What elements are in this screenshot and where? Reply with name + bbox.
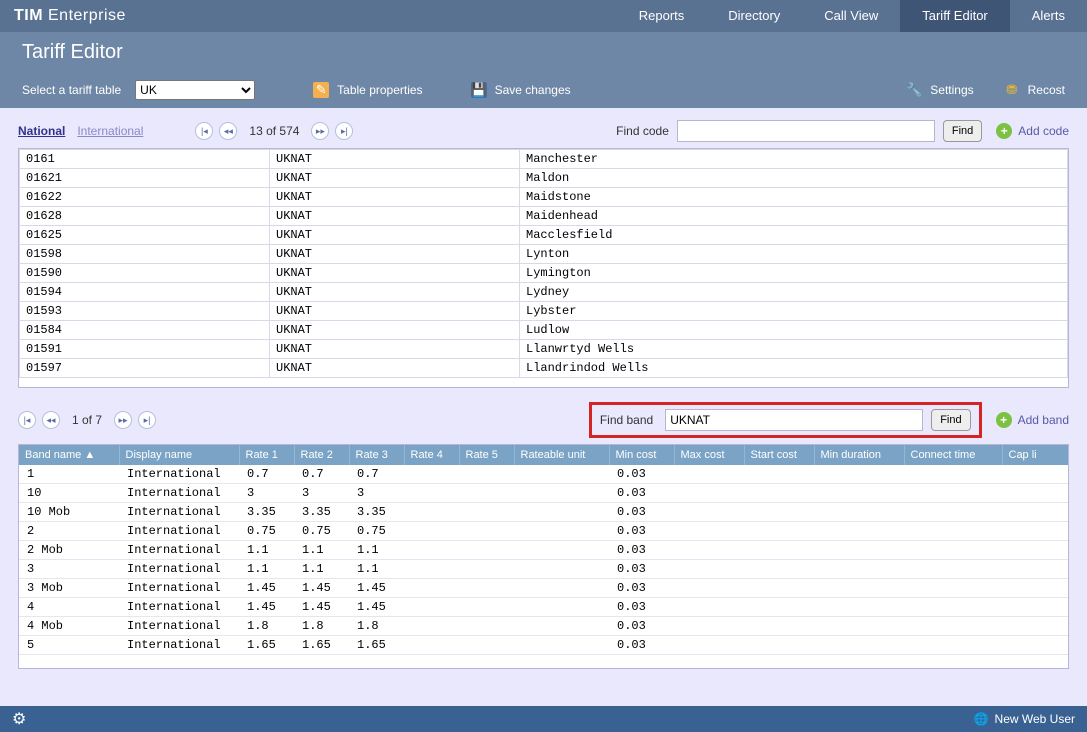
col-start-cost[interactable]: Start cost xyxy=(744,445,814,465)
recost-button[interactable]: ⛃ Recost xyxy=(1004,82,1065,98)
table-row[interactable]: 0161UKNATManchester xyxy=(20,150,1068,169)
table-row[interactable]: 01590UKNATLymington xyxy=(20,264,1068,283)
brand: TIM Enterprise xyxy=(0,7,126,25)
codes-grid[interactable]: 0161UKNATManchester01621UKNATMaldon01622… xyxy=(18,148,1069,388)
save-icon: 💾 xyxy=(471,82,487,98)
bands-pager-next-icon[interactable]: ▸▸ xyxy=(114,411,132,429)
find-band-input[interactable] xyxy=(665,409,923,431)
nav-callview[interactable]: Call View xyxy=(802,0,900,32)
bands-grid[interactable]: Band name ▲ Display name Rate 1 Rate 2 R… xyxy=(18,444,1069,669)
wrench-icon: 🔧 xyxy=(906,82,922,98)
col-rateable-unit[interactable]: Rateable unit xyxy=(514,445,609,465)
col-cap[interactable]: Cap li xyxy=(1002,445,1069,465)
col-display-name[interactable]: Display name xyxy=(119,445,239,465)
table-row[interactable]: 01622UKNATMaidstone xyxy=(20,188,1068,207)
nav-directory[interactable]: Directory xyxy=(706,0,802,32)
col-min-cost[interactable]: Min cost xyxy=(609,445,674,465)
table-row[interactable]: 3International1.11.11.10.03 xyxy=(19,560,1069,579)
nav-alerts[interactable]: Alerts xyxy=(1010,0,1087,32)
nav-tariff-editor[interactable]: Tariff Editor xyxy=(900,0,1010,32)
footer: ⚙ 🌐 New Web User xyxy=(0,706,1087,732)
add-code-button[interactable]: + Add code xyxy=(996,123,1069,139)
table-row[interactable]: 01621UKNATMaldon xyxy=(20,169,1068,188)
col-band-name[interactable]: Band name ▲ xyxy=(19,445,119,465)
col-min-duration[interactable]: Min duration xyxy=(814,445,904,465)
find-code-input[interactable] xyxy=(677,120,935,142)
settings-button[interactable]: 🔧 Settings xyxy=(906,82,973,98)
select-tariff-label: Select a tariff table xyxy=(22,83,121,97)
table-row[interactable]: 5International1.651.651.650.03 xyxy=(19,636,1069,655)
table-row[interactable]: 1International0.70.70.70.03 xyxy=(19,465,1069,484)
add-band-label: Add band xyxy=(1018,413,1069,427)
save-changes-label: Save changes xyxy=(495,83,571,97)
gear-icon[interactable]: ⚙ xyxy=(12,709,26,729)
find-band-button[interactable]: Find xyxy=(931,409,970,431)
pager-count: 13 of 574 xyxy=(249,124,299,138)
save-changes-button[interactable]: 💾 Save changes xyxy=(471,82,571,98)
add-band-button[interactable]: + Add band xyxy=(996,412,1069,428)
add-code-label: Add code xyxy=(1018,124,1069,138)
col-connect-time[interactable]: Connect time xyxy=(904,445,1002,465)
footer-user[interactable]: New Web User xyxy=(995,712,1075,726)
coins-icon: ⛃ xyxy=(1004,82,1020,98)
table-row[interactable]: 01593UKNATLybster xyxy=(20,302,1068,321)
bands-pager-last-icon[interactable]: ▸| xyxy=(138,411,156,429)
table-row[interactable]: 4 MobInternational1.81.81.80.03 xyxy=(19,617,1069,636)
table-row[interactable]: 01584UKNATLudlow xyxy=(20,321,1068,340)
recost-label: Recost xyxy=(1028,83,1065,97)
tariff-select[interactable]: UK xyxy=(135,80,255,100)
table-row[interactable]: 01625UKNATMacclesfield xyxy=(20,226,1068,245)
table-row[interactable]: 10International3330.03 xyxy=(19,484,1069,503)
plus-icon: + xyxy=(996,412,1012,428)
table-row[interactable]: 01591UKNATLlanwrtyd Wells xyxy=(20,340,1068,359)
table-row[interactable]: 4International1.451.451.450.03 xyxy=(19,598,1069,617)
pencil-icon: ✎ xyxy=(313,82,329,98)
brand-bold: TIM xyxy=(14,7,43,24)
table-row[interactable]: 2 MobInternational1.11.11.10.03 xyxy=(19,541,1069,560)
find-code-label: Find code xyxy=(616,124,669,138)
bands-pager: |◂ ◂◂ 1 of 7 ▸▸ ▸| xyxy=(18,411,156,429)
col-rate1[interactable]: Rate 1 xyxy=(239,445,294,465)
table-row[interactable]: 01594UKNATLydney xyxy=(20,283,1068,302)
pager-next-icon[interactable]: ▸▸ xyxy=(311,122,329,140)
globe-icon: 🌐 xyxy=(974,712,989,726)
table-row[interactable]: 2International0.750.750.750.03 xyxy=(19,522,1069,541)
settings-label: Settings xyxy=(930,83,973,97)
pager-first-icon[interactable]: |◂ xyxy=(195,122,213,140)
table-properties-button[interactable]: ✎ Table properties xyxy=(313,82,422,98)
col-rate3[interactable]: Rate 3 xyxy=(349,445,404,465)
find-code-button[interactable]: Find xyxy=(943,120,982,142)
col-rate2[interactable]: Rate 2 xyxy=(294,445,349,465)
bands-pager-first-icon[interactable]: |◂ xyxy=(18,411,36,429)
table-row[interactable]: 10 MobInternational3.353.353.350.03 xyxy=(19,503,1069,522)
plus-icon: + xyxy=(996,123,1012,139)
table-properties-label: Table properties xyxy=(337,83,422,97)
brand-light: Enterprise xyxy=(48,7,126,24)
bands-pager-prev-icon[interactable]: ◂◂ xyxy=(42,411,60,429)
table-row[interactable]: 01597UKNATLlandrindod Wells xyxy=(20,359,1068,378)
col-rate5[interactable]: Rate 5 xyxy=(459,445,514,465)
top-nav: TIM Enterprise Reports Directory Call Vi… xyxy=(0,0,1087,32)
find-band-label: Find band xyxy=(600,413,653,427)
table-row[interactable]: 01598UKNATLynton xyxy=(20,245,1068,264)
pager-prev-icon[interactable]: ◂◂ xyxy=(219,122,237,140)
col-rate4[interactable]: Rate 4 xyxy=(404,445,459,465)
page-title: Tariff Editor xyxy=(0,32,1087,72)
tab-national[interactable]: National xyxy=(18,124,65,138)
col-max-cost[interactable]: Max cost xyxy=(674,445,744,465)
table-row[interactable]: 01628UKNATMaidenhead xyxy=(20,207,1068,226)
table-row[interactable]: 3 MobInternational1.451.451.450.03 xyxy=(19,579,1069,598)
pager-last-icon[interactable]: ▸| xyxy=(335,122,353,140)
toolbar: Select a tariff table UK ✎ Table propert… xyxy=(0,72,1087,108)
nav-reports[interactable]: Reports xyxy=(617,0,707,32)
codes-pager: |◂ ◂◂ 13 of 574 ▸▸ ▸| xyxy=(195,122,353,140)
bands-pager-count: 1 of 7 xyxy=(72,413,102,427)
tab-international[interactable]: International xyxy=(77,124,143,138)
find-band-highlight: Find band Find xyxy=(589,402,982,438)
